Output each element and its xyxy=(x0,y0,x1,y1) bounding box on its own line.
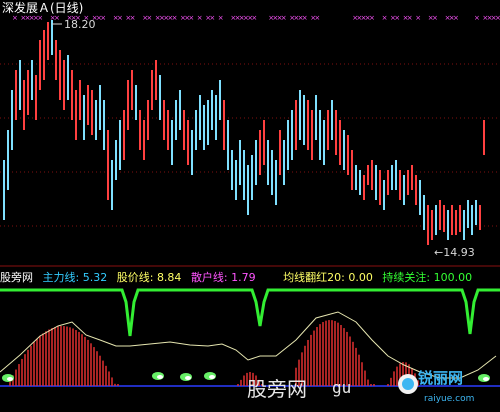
legend-price-line: 股价线: 8.84 xyxy=(116,271,182,284)
legend-focus: 持续关注: 100.00 xyxy=(382,271,473,284)
signal-marker: × xyxy=(100,14,106,22)
signal-blob-highlight xyxy=(209,375,215,379)
signal-marker: × xyxy=(54,14,60,22)
signal-marker: × xyxy=(172,14,178,22)
watermark-logo-url: raiyue.com xyxy=(424,394,475,404)
legend-main-line: 主力线: 5.32 xyxy=(42,271,108,284)
signal-marker: × xyxy=(432,14,438,22)
signal-marker: × xyxy=(302,14,308,22)
signal-marker: × xyxy=(281,14,287,22)
high-price-label: 18.20 xyxy=(64,18,96,31)
watermark-url: gu xyxy=(332,378,352,397)
signal-marker: × xyxy=(415,14,421,22)
signal-marker: × xyxy=(369,14,375,22)
chart-canvas: × ××××× ×× ××× × ××× ×× ×× ×× ××××× ××× × ×× × ×××××× ×… xyxy=(0,14,500,394)
watermark-text: 股旁网 xyxy=(247,377,307,401)
signal-marker: × xyxy=(474,14,480,22)
signal-marker: × xyxy=(251,14,257,22)
signal-marker: × xyxy=(12,14,18,22)
window-title: 深发展Ａ(日线) xyxy=(2,1,84,15)
signal-blob-highlight xyxy=(157,375,163,379)
legend-retail-line: 散户线: 1.79 xyxy=(190,271,256,284)
signal-marker: × xyxy=(394,14,400,22)
signal-marker: × xyxy=(314,14,320,22)
signal-marker: × xyxy=(209,14,215,22)
signal-marker: × xyxy=(197,14,203,22)
signal-marker: × xyxy=(117,14,123,22)
legend-ma-red: 均线翻红20: 0.00 xyxy=(283,271,373,284)
signal-marker: × xyxy=(382,14,388,22)
watermark-logo: 锐丽网 xyxy=(418,369,464,387)
signal-marker: × xyxy=(37,14,43,22)
watermark-logo-core xyxy=(402,378,414,390)
signal-blob-highlight xyxy=(7,377,13,381)
signal-marker: × xyxy=(130,14,136,22)
focus-line xyxy=(0,288,500,337)
indicator-name: 股旁网 xyxy=(0,271,33,284)
signal-marker: × xyxy=(453,14,459,22)
signal-marker: × xyxy=(407,14,413,22)
signal-marker: × xyxy=(495,14,500,22)
signal-marker: × xyxy=(146,14,152,22)
signal-blob-highlight xyxy=(185,376,191,380)
indicator-legend: 股旁网 主力线: 5.32 股价线: 8.84 散户线: 1.79 均线翻红20… xyxy=(0,271,478,285)
signal-blob-highlight xyxy=(483,377,489,381)
low-price-label: ←14.93 xyxy=(434,246,475,259)
signal-marker: × xyxy=(188,14,194,22)
signal-marker: × xyxy=(218,14,224,22)
